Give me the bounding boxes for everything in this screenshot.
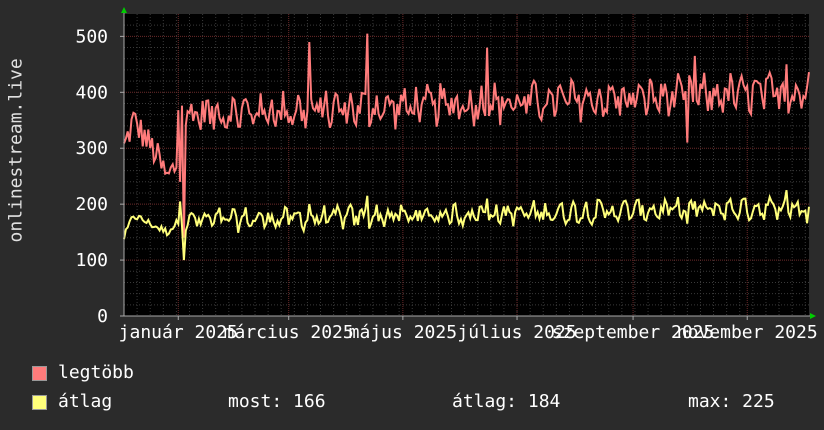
legend-label-max: legtöbb <box>58 362 134 383</box>
legend-swatch-avg <box>32 395 47 410</box>
legend-swatch-max <box>32 366 47 381</box>
legend-label-avg: átlag <box>58 391 113 412</box>
stat-now: most: 166 <box>228 391 326 412</box>
legend: legtöbb átlag most: 166 átlag: 184 max: … <box>0 0 824 430</box>
stat-average: átlag: 184 <box>452 391 561 412</box>
stat-max: max: 225 <box>688 391 775 412</box>
